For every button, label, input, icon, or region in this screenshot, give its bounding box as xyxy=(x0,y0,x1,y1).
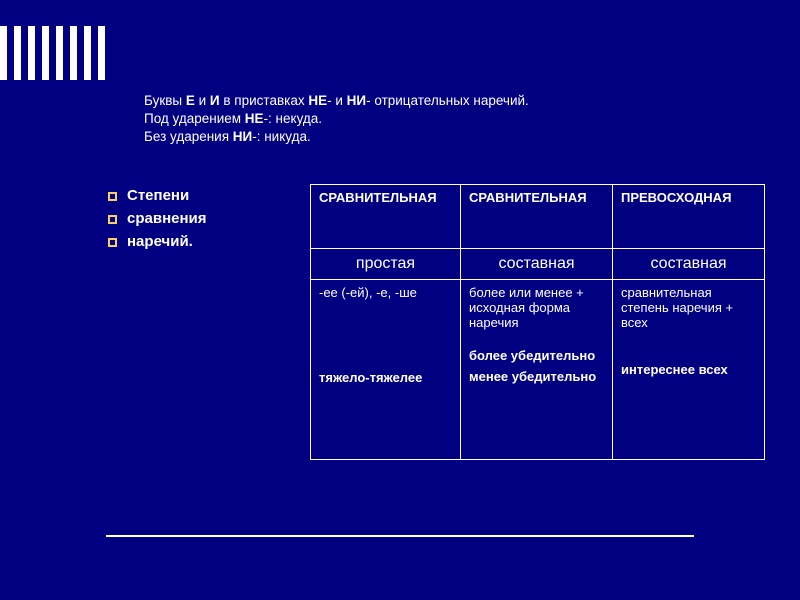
table-body-row: -ее (-ей), -е, -ше тяжело-тяжелее более … xyxy=(311,280,765,460)
table-body-cell: -ее (-ей), -е, -ше тяжело-тяжелее xyxy=(311,280,461,460)
text: Под ударением xyxy=(144,111,245,126)
table-body-cell: сравнительная степень наречия + всех инт… xyxy=(613,280,765,460)
table-header-cell: СРАВНИТЕЛЬНАЯ xyxy=(311,185,461,249)
table-header-row: СРАВНИТЕЛЬНАЯ СРАВНИТЕЛЬНАЯ ПРЕВОСХОДНАЯ xyxy=(311,185,765,249)
cell-description: -ее (-ей), -е, -ше xyxy=(319,285,417,300)
table-subheader-cell: составная xyxy=(613,249,765,280)
table-header-cell: СРАВНИТЕЛЬНАЯ xyxy=(461,185,613,249)
text-bold: НЕ xyxy=(308,93,327,108)
text: в приставках xyxy=(220,93,309,108)
cell-example: менее убедительно xyxy=(469,369,604,384)
bullet-list: Степени сравнения наречий. xyxy=(108,187,298,256)
bullet-square-icon xyxy=(108,215,117,224)
text-bold: НЕ xyxy=(245,111,264,126)
bullet-item: Степени xyxy=(108,187,298,204)
text-bold: Е xyxy=(186,93,195,108)
text: и xyxy=(195,93,210,108)
horizontal-rule xyxy=(106,535,694,537)
table-body-cell: более или менее + исходная форма наречия… xyxy=(461,280,613,460)
text: Без ударения xyxy=(144,129,233,144)
cell-description: сравнительная степень наречия + всех xyxy=(621,285,733,330)
slide-title: Буквы Е и И в приставках НЕ- и НИ- отриц… xyxy=(144,92,684,147)
text-bold: И xyxy=(210,93,220,108)
text-bold: НИ xyxy=(347,93,366,108)
bullet-item: сравнения xyxy=(108,210,298,227)
table-subheader-row: простая составная составная xyxy=(311,249,765,280)
cell-example: интереснее всех xyxy=(621,362,756,377)
bullet-label: наречий. xyxy=(127,233,193,250)
cell-description: более или менее + исходная форма наречия xyxy=(469,285,584,330)
cell-example: более убедительно xyxy=(469,348,604,363)
bullet-item: наречий. xyxy=(108,233,298,250)
comparison-table: СРАВНИТЕЛЬНАЯ СРАВНИТЕЛЬНАЯ ПРЕВОСХОДНАЯ… xyxy=(310,184,765,460)
text-bold: НИ xyxy=(233,129,252,144)
bullet-square-icon xyxy=(108,192,117,201)
bullet-label: Степени xyxy=(127,187,189,204)
table-header-cell: ПРЕВОСХОДНАЯ xyxy=(613,185,765,249)
bullet-label: сравнения xyxy=(127,210,207,227)
text: -: никуда. xyxy=(252,129,311,144)
table-subheader-cell: простая xyxy=(311,249,461,280)
title-line-1: Буквы Е и И в приставках НЕ- и НИ- отриц… xyxy=(144,92,684,110)
title-line-2: Под ударением НЕ-: некуда. xyxy=(144,110,684,128)
cell-example: тяжело-тяжелее xyxy=(319,370,452,385)
decorative-stripes xyxy=(0,26,105,80)
text: - и xyxy=(327,93,347,108)
bullet-square-icon xyxy=(108,238,117,247)
table-subheader-cell: составная xyxy=(461,249,613,280)
text: - отрицательных наречий. xyxy=(366,93,529,108)
title-line-3: Без ударения НИ-: никуда. xyxy=(144,128,684,146)
text: Буквы xyxy=(144,93,186,108)
text: -: некуда. xyxy=(264,111,322,126)
